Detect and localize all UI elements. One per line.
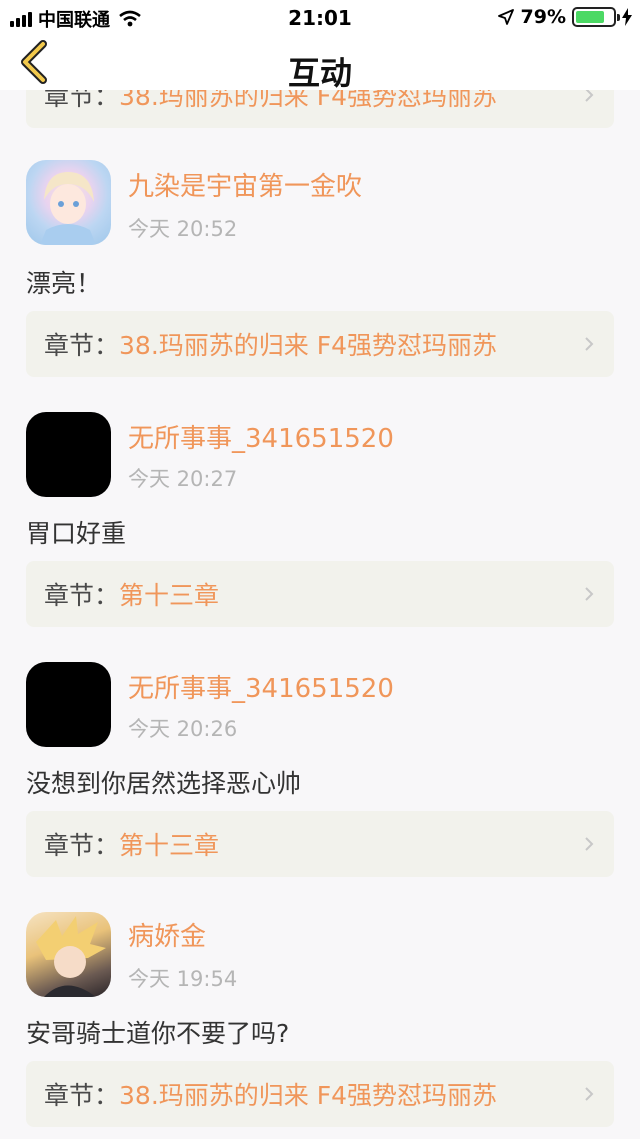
chapter-prefix: 章节：	[44, 1081, 120, 1110]
chapter-link[interactable]: 章节： 第十三章	[26, 561, 614, 627]
page-title: 互动	[287, 54, 352, 92]
avatar[interactable]	[26, 160, 111, 245]
chapter-title: 38.玛丽苏的归来 F4强势怼玛丽苏	[119, 1081, 498, 1110]
chapter-title: 第十三章	[119, 581, 220, 610]
charging-bolt-icon	[622, 8, 632, 26]
comment-time: 今天 20:27	[128, 467, 238, 491]
chevron-right-icon	[585, 837, 594, 851]
avatar[interactable]	[26, 662, 111, 747]
comment-text: 没想到你居然选择恶心帅	[26, 769, 302, 798]
avatar[interactable]	[26, 912, 111, 997]
battery-icon	[572, 7, 620, 27]
chevron-right-icon	[585, 587, 594, 601]
chevron-right-icon	[585, 1087, 594, 1101]
chapter-prefix: 章节：	[44, 581, 120, 610]
chapter-link[interactable]: 章节： 第十三章	[26, 811, 614, 877]
location-arrow-icon	[497, 9, 514, 25]
comment-time: 今天 19:54	[128, 967, 238, 991]
comment-time: 今天 20:26	[128, 717, 238, 741]
chapter-link[interactable]: 章节： 38.玛丽苏的归来 F4强势怼玛丽苏	[26, 311, 614, 377]
battery-percent: 79%	[520, 6, 566, 28]
comment-text: 胃口好重	[26, 519, 127, 548]
chapter-prefix: 章节：	[44, 831, 120, 860]
username[interactable]: 九染是宇宙第一金吹	[128, 166, 362, 203]
username[interactable]: 病娇金	[128, 916, 206, 953]
chapter-prefix: 章节：	[44, 331, 120, 360]
avatar[interactable]	[26, 412, 111, 497]
comment-time: 今天 20:52	[128, 217, 238, 241]
status-bar: 中国联通 21:01 79%	[0, 0, 640, 36]
chapter-title: 第十三章	[119, 831, 220, 860]
comment-feed[interactable]: 章节： 38.玛丽苏的归来 F4强势怼玛丽苏 九染是宇宙第一金吹 今天 20:5…	[0, 0, 640, 1139]
comment-text: 安哥骑士道你不要了吗?	[26, 1019, 290, 1048]
comment-text: 漂亮！	[26, 269, 102, 298]
username[interactable]: 无所事事_341651520	[128, 668, 394, 705]
chevron-right-icon	[585, 337, 594, 351]
nav-bar: 互动	[0, 36, 640, 92]
username[interactable]: 无所事事_341651520	[128, 418, 394, 455]
chapter-link[interactable]: 章节： 38.玛丽苏的归来 F4强势怼玛丽苏	[26, 1061, 614, 1127]
chapter-title: 38.玛丽苏的归来 F4强势怼玛丽苏	[119, 331, 498, 360]
